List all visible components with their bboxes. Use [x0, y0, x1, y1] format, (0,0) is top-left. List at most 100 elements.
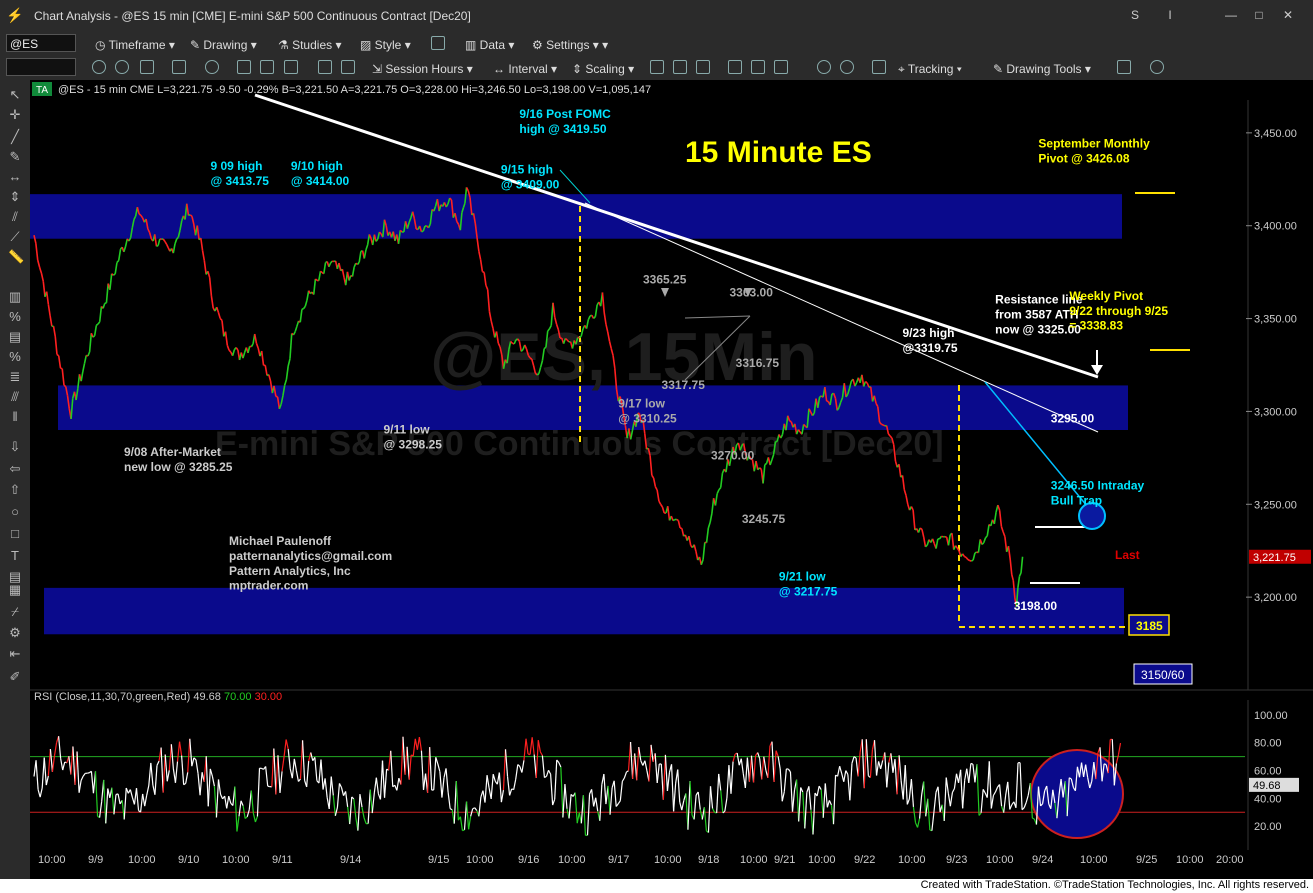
gann-icon[interactable]: ▤	[8, 330, 22, 344]
flag-tool-icon[interactable]: ▦	[8, 583, 22, 597]
horizontal-line-icon[interactable]: ↔	[8, 170, 22, 184]
chart-annotation: 9 09 high	[211, 159, 263, 173]
align-icon[interactable]	[728, 60, 742, 74]
arrow-up-icon[interactable]: ⇧	[8, 483, 22, 497]
chart-annotation: 3316.75	[736, 356, 780, 370]
maximize-icon[interactable]: □	[1251, 7, 1267, 23]
vertical-line-icon[interactable]: ⇕	[8, 190, 22, 204]
fib-tool-icon[interactable]: ▥	[8, 290, 22, 304]
link-s-icon[interactable]: S	[1127, 7, 1143, 23]
chart-annotation: from 3587 ATH	[995, 308, 1078, 322]
indent-icon[interactable]	[751, 60, 765, 74]
close-icon[interactable]: ✕	[1280, 7, 1296, 23]
price-segment	[919, 527, 923, 530]
chart-annotation: @3319.75	[903, 341, 958, 355]
pointer-tool-icon[interactable]: ↖	[8, 88, 22, 102]
percent-icon[interactable]: %	[8, 350, 22, 364]
speed-lines-icon[interactable]: ⫻	[8, 390, 22, 404]
time-tick-label: 9/24	[1032, 854, 1053, 866]
levels-icon[interactable]: ≣	[8, 370, 22, 384]
drawing-tools-menu[interactable]: ✎ Drawing Tools ▾	[993, 61, 1091, 77]
data-menu[interactable]: ▥ Data ▾	[465, 37, 514, 53]
chart-annotation: 3295.00	[1051, 412, 1095, 426]
channel-tool-icon[interactable]: ⫽	[8, 210, 22, 224]
data-label: Data	[479, 38, 506, 52]
timeframe-menu[interactable]: ◷ Timeframe ▾	[95, 37, 175, 53]
dom-icon[interactable]	[872, 60, 886, 74]
fib-ext-icon[interactable]: %	[8, 310, 22, 324]
bar-style-2-icon[interactable]	[696, 60, 710, 74]
ellipse-tool-icon[interactable]: ○	[8, 505, 22, 519]
settings-label: Settings	[546, 38, 590, 52]
drawing-tools-sidebar: ↖ ✛ ╱ ✎ ↔ ⇕ ⫽ ⟋ 📏 ▥ % ▤ % ≣ ⫻ ‖ ⇩ ⇦ ⇧ ○ …	[0, 80, 30, 880]
save-icon[interactable]	[260, 60, 274, 74]
rsi-segment	[1103, 763, 1107, 766]
bar-style-icon[interactable]	[650, 60, 664, 74]
minimize-icon[interactable]: —	[1223, 7, 1239, 23]
fan-tool-icon[interactable]: ⟋	[8, 230, 22, 244]
link-i-icon[interactable]: I	[1162, 7, 1178, 23]
print-icon[interactable]	[284, 60, 298, 74]
zoom-out-icon[interactable]	[840, 60, 854, 74]
ta-label: TA	[36, 85, 48, 96]
interval-menu[interactable]: ↔ Interval ▾	[493, 61, 557, 77]
eraser-tool-icon[interactable]: ⌿	[8, 605, 22, 619]
ruler-tool-icon[interactable]: 📏	[8, 250, 24, 264]
settings-menu[interactable]: ⚙ Settings ▾ ▾	[532, 37, 608, 53]
format-icon[interactable]	[774, 60, 788, 74]
cycle-icon[interactable]: ‖	[8, 410, 22, 424]
zoom-in-icon[interactable]	[817, 60, 831, 74]
crosshair-tool-icon[interactable]: ✛	[8, 108, 22, 122]
chart-annotation: high @ 3419.50	[519, 122, 606, 136]
studies-menu[interactable]: ⚗ Studies ▾	[278, 37, 341, 53]
snapshot-icon[interactable]	[237, 60, 251, 74]
layout-icon[interactable]	[431, 36, 445, 50]
refresh-icon[interactable]	[205, 60, 219, 74]
drawing-menu[interactable]: ✎ Drawing ▾	[190, 37, 257, 53]
settings-tool-icon[interactable]: ⚙	[8, 626, 22, 640]
chart-area[interactable]: @ES, 15Min E-mini S&P 500 Continuous Con…	[30, 80, 1313, 879]
tracking-menu[interactable]: ⌖ Tracking ▾	[898, 61, 962, 77]
circle-tool-icon[interactable]	[92, 60, 106, 74]
scaling-menu[interactable]: ⇕ Scaling ▾	[572, 61, 634, 77]
rsi-value: 49.68	[193, 691, 224, 703]
arrow-left-icon[interactable]: ⇦	[8, 462, 22, 476]
calendar-icon[interactable]	[341, 60, 355, 74]
chart-annotation: Weekly Pivot	[1069, 289, 1143, 303]
chart-annotation: Michael Paulenoff	[229, 534, 332, 548]
price-segment	[974, 551, 978, 554]
interval-label: Interval	[508, 62, 548, 76]
circle-tool-2-icon[interactable]	[115, 60, 129, 74]
arrow-down-icon[interactable]: ⇩	[8, 440, 22, 454]
price-segment	[156, 244, 159, 247]
last-price-label: 3,221.75	[1253, 552, 1296, 564]
export-icon[interactable]	[1117, 60, 1131, 74]
rsi-overbought: 70.00	[224, 691, 255, 703]
chart-toolbar: ⇲ Session Hours ▾ ↔ Interval ▾ ⇕ Scaling…	[0, 56, 1313, 80]
chart-annotation: new low @ 3285.25	[124, 460, 233, 474]
chart-annotation: @ 3414.00	[291, 174, 350, 188]
chat-icon[interactable]	[1150, 60, 1164, 74]
price-segment	[881, 423, 884, 426]
price-segment	[970, 559, 974, 562]
price-segment	[60, 367, 63, 370]
price-segment	[56, 353, 60, 357]
rectangle-tool-icon[interactable]: □	[8, 527, 22, 541]
pencil-tool-icon[interactable]: ✎	[8, 150, 22, 164]
session-hours-menu[interactable]: ⇲ Session Hours ▾	[372, 61, 473, 77]
chart-annotation: 3245.75	[742, 512, 786, 526]
grid-icon[interactable]	[172, 60, 186, 74]
candle-style-icon[interactable]	[673, 60, 687, 74]
trendline-tool-icon[interactable]: ╱	[8, 130, 22, 144]
compare-icon[interactable]	[318, 60, 332, 74]
text-tool-icon[interactable]: T	[8, 549, 22, 563]
page-icon[interactable]	[140, 60, 154, 74]
secondary-symbol-input[interactable]	[6, 58, 76, 76]
symbol-input[interactable]: @ES	[6, 34, 76, 52]
drawing-tools-label: Drawing Tools	[1006, 62, 1082, 76]
target-box-label: 3150/60	[1141, 668, 1185, 682]
paint-tool-icon[interactable]: ✐	[8, 670, 22, 684]
rsi-segment	[970, 762, 974, 765]
move-tool-icon[interactable]: ⇤	[8, 647, 22, 661]
style-menu[interactable]: ▨ Style ▾	[360, 37, 411, 53]
